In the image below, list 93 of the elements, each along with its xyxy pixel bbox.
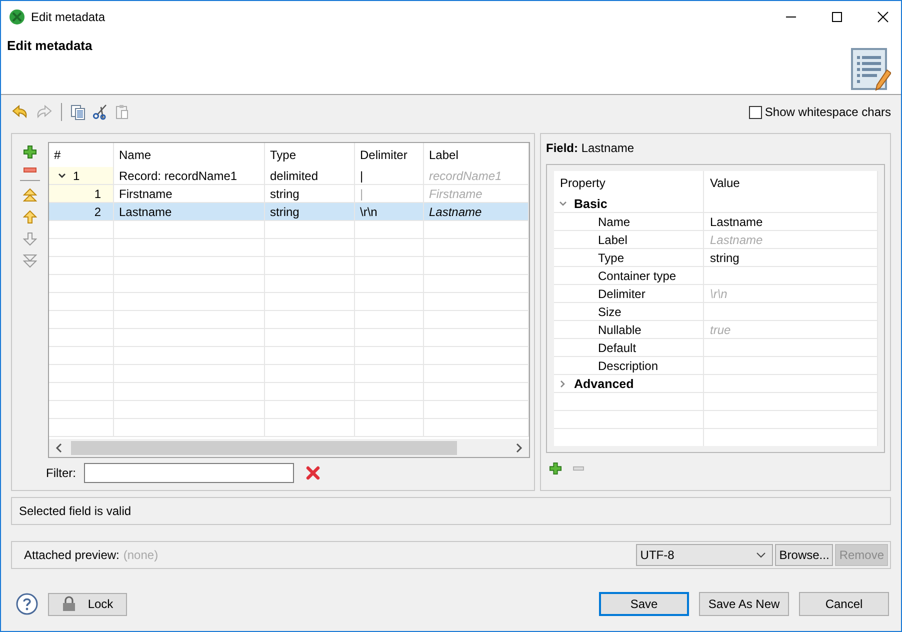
scroll-right-icon[interactable] <box>515 443 523 453</box>
status-message: Selected field is valid <box>19 504 132 518</box>
table-cell <box>49 383 114 401</box>
maximize-icon[interactable] <box>831 10 843 22</box>
table-cell <box>355 293 424 311</box>
table-cell <box>49 365 114 383</box>
document-pencil-icon <box>851 48 891 92</box>
property-name: Delimiter <box>554 285 704 303</box>
scissors-icon[interactable] <box>92 104 108 120</box>
close-icon[interactable] <box>877 10 889 22</box>
table-cell: | <box>355 167 424 185</box>
property-name: Default <box>554 339 704 357</box>
app-icon <box>9 8 25 24</box>
window-title: Edit metadata <box>31 10 106 24</box>
help-icon[interactable] <box>16 593 38 615</box>
table-cell <box>355 311 424 329</box>
show-whitespace-checkbox[interactable] <box>748 106 762 118</box>
field-panel-title: Field: Lastname <box>546 141 636 155</box>
table-cell <box>355 329 424 347</box>
table-cell <box>49 401 114 419</box>
dialog-button[interactable]: Save As New <box>699 592 789 616</box>
table-cell <box>49 275 114 293</box>
table-cell: Lastname <box>424 203 529 221</box>
table-cell <box>49 239 114 257</box>
table-row[interactable]: 2 Lastname string \r\n Lastname <box>49 203 529 221</box>
table-cell <box>355 239 424 257</box>
table-cell: recordName1 <box>424 167 529 185</box>
table-cell: \r\n <box>355 203 424 221</box>
table-cell <box>355 383 424 401</box>
group-name: Advanced <box>574 376 634 390</box>
group-name: Basic <box>574 196 608 210</box>
table-cell: Lastname <box>114 203 265 221</box>
table-cell <box>355 275 424 293</box>
table-cell <box>49 329 114 347</box>
table-cell <box>49 419 114 437</box>
property-value[interactable]: string <box>704 249 878 267</box>
checkbox-label: Show whitespace chars <box>764 105 891 119</box>
arrow-up-icon[interactable] <box>23 210 37 224</box>
table-cell <box>49 221 114 239</box>
browse-button[interactable]: Browse... <box>775 544 834 566</box>
preview-value: (none) <box>123 548 158 562</box>
filter-field[interactable] <box>84 463 294 483</box>
scroll-left-icon[interactable] <box>55 443 63 453</box>
property-name: Container type <box>554 267 704 285</box>
property-name: Name <box>554 213 704 231</box>
table-cell <box>49 293 114 311</box>
lock-button[interactable]: Lock <box>48 592 127 616</box>
row-number: 1 <box>73 168 80 182</box>
chevron-icon[interactable] <box>57 170 67 180</box>
undo-icon[interactable] <box>11 104 29 120</box>
table-cell <box>355 257 424 275</box>
dialog-button[interactable]: Save <box>599 592 689 616</box>
encoding-dropdown[interactable]: UTF-8 <box>636 544 774 566</box>
table-cell <box>355 401 424 419</box>
clear-icon[interactable] <box>306 466 320 480</box>
property-name: Type <box>554 249 704 267</box>
padlock-icon <box>62 596 76 612</box>
column-header[interactable]: Value <box>704 171 878 195</box>
table-cell <box>49 311 114 329</box>
dialog-title: Edit metadata <box>7 38 92 55</box>
preview-label: Attached preview: <box>24 548 120 562</box>
column-header[interactable]: Property <box>554 171 704 195</box>
dialog-button[interactable]: Cancel <box>799 592 889 616</box>
property-name: Nullable <box>554 321 704 339</box>
row-number: 2 <box>94 204 101 218</box>
add-icon[interactable] <box>23 145 37 159</box>
group-row[interactable]: Basic <box>554 195 704 213</box>
table-cell <box>49 347 114 365</box>
table-cell <box>355 221 424 239</box>
filter-label: Filter: <box>46 466 76 480</box>
table-cell <box>355 347 424 365</box>
horizontal-scrollbar[interactable] <box>49 439 529 457</box>
table-cell: Record: recordName1 <box>114 167 265 185</box>
table-cell: string <box>265 203 355 221</box>
property-name: Description <box>554 357 704 375</box>
copy-icon[interactable] <box>70 104 86 120</box>
group-row[interactable]: Advanced <box>554 375 704 393</box>
table-cell <box>355 365 424 383</box>
column-header[interactable]: Delimiter <box>355 143 424 167</box>
add-icon[interactable] <box>549 462 562 475</box>
table-row[interactable]: 1 Record: recordName1 delimited | recordName1 <box>49 167 529 185</box>
remove-icon[interactable] <box>23 167 37 173</box>
property-name: Size <box>554 303 704 321</box>
row-number: 1 <box>94 186 101 200</box>
property-name: Label <box>554 231 704 249</box>
table-cell: delimited <box>265 167 355 185</box>
column-header[interactable]: Name <box>114 143 265 167</box>
column-header[interactable]: Label <box>424 143 529 167</box>
table-cell <box>355 419 424 437</box>
column-header[interactable]: Type <box>265 143 355 167</box>
table-cell <box>49 257 114 275</box>
property-value[interactable]: Lastname <box>704 213 878 231</box>
move-top-icon[interactable] <box>23 188 37 202</box>
